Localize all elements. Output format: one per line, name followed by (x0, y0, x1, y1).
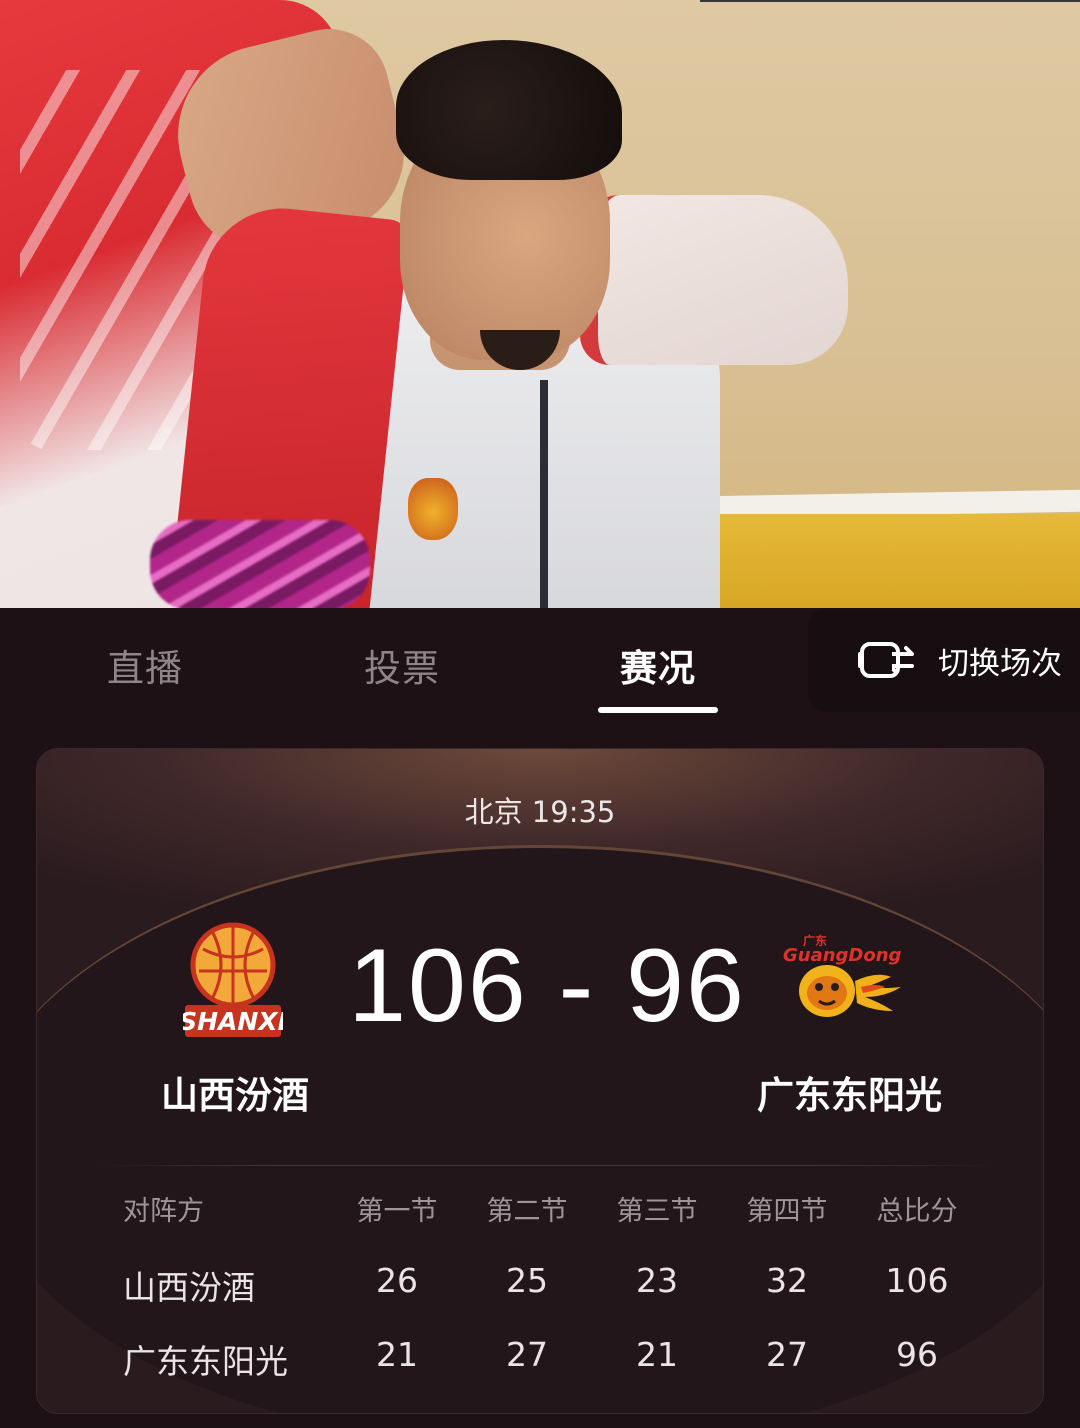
score-cell: 25 (506, 1261, 548, 1300)
table-row: 山西汾酒 26 25 23 32 106 (37, 1261, 1043, 1311)
shanxi-logo: SHANXI (183, 922, 283, 1037)
header-cell: 第二节 (486, 1196, 568, 1227)
tab-bar: 直播 投票 赛况 切换场次 (0, 608, 1080, 718)
table-row: 广东东阳光 21 27 21 27 96 (37, 1335, 1043, 1385)
video-player[interactable] (0, 0, 1080, 608)
table-header: 对阵方 第一节 第二节 第三节 第四节 总比分 (37, 1189, 1043, 1239)
team-cell: 山西汾酒 (123, 1268, 255, 1307)
match-score: 106 - 96 (348, 928, 746, 1044)
match-time: 北京 19:35 (464, 795, 616, 829)
away-team-name: 广东东阳光 (757, 1074, 942, 1117)
svg-text:SHANXI: SHANXI (183, 1007, 283, 1036)
score-cell: 32 (766, 1261, 808, 1300)
tab-live[interactable]: 直播 (15, 638, 275, 692)
home-team-name: 山西汾酒 (161, 1074, 309, 1117)
jacket-zipper (540, 380, 548, 608)
switch-match-label: 切换场次 (938, 645, 1062, 682)
score-cell: 23 (636, 1261, 678, 1300)
header-cell: 第三节 (616, 1196, 698, 1227)
header-cell: 第四节 (746, 1196, 828, 1227)
header-cell: 第一节 (356, 1196, 438, 1227)
score-cell: 27 (506, 1335, 548, 1374)
score-cell: 21 (376, 1335, 418, 1374)
divider (97, 1165, 997, 1166)
team-cell: 广东东阳光 (123, 1342, 288, 1381)
score-card: 北京 19:35 SHANXI 106 - 96 广东 GuangDong 山西… (36, 748, 1044, 1414)
score-cell: 27 (766, 1335, 808, 1374)
active-tab-indicator (598, 707, 718, 713)
tab-vote[interactable]: 投票 (272, 638, 532, 692)
switch-match-icon (858, 642, 914, 678)
pink-object (150, 520, 370, 608)
towel (580, 195, 848, 365)
tab-match-status[interactable]: 赛况 (528, 638, 788, 692)
switch-match-button[interactable]: 切换场次 (808, 608, 1080, 712)
guangdong-logo: 广东 GuangDong (783, 933, 902, 1017)
score-cell: 26 (376, 1261, 418, 1300)
total-score-cell: 96 (896, 1335, 938, 1374)
header-cell: 总比分 (876, 1196, 958, 1227)
svg-text:GuangDong: GuangDong (783, 945, 902, 966)
total-score-cell: 106 (885, 1261, 949, 1300)
team-badge-icon (408, 478, 458, 540)
player-hair (396, 40, 622, 180)
court-edge (700, 0, 1080, 2)
header-cell: 对阵方 (123, 1196, 204, 1227)
score-cell: 21 (636, 1335, 678, 1374)
